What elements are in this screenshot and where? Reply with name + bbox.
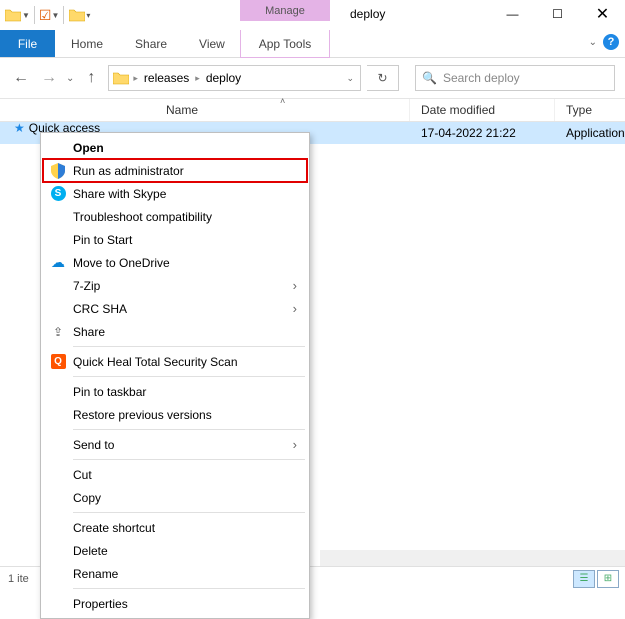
home-tab[interactable]: Home [55,30,119,57]
qat-customize-icon[interactable]: ▾ [86,11,90,20]
maximize-button[interactable]: ☐ [535,0,580,28]
menu-create-shortcut[interactable]: Create shortcut [43,516,307,539]
menu-copy[interactable]: Copy [43,486,307,509]
app-tools-tab[interactable]: App Tools [240,30,330,58]
share-icon: ⇪ [49,323,67,341]
skype-icon: S [49,185,67,203]
menu-pin-start[interactable]: Pin to Start [43,228,307,251]
status-text: 1 ite [8,573,29,585]
qat-dropdown-icon[interactable]: ▼ [22,11,30,20]
ribbon-expand-icon[interactable]: ⌄ [589,37,597,48]
up-button[interactable]: ↑ [80,67,102,89]
share-tab[interactable]: Share [119,30,183,57]
submenu-arrow-icon: › [293,437,297,452]
file-date: 17-04-2022 21:22 [415,122,516,144]
column-type[interactable]: Type [560,99,625,121]
shield-icon [49,162,67,180]
menu-open[interactable]: Open [43,136,307,159]
chevron-right-icon[interactable]: ▸ [195,73,200,84]
menu-quickheal[interactable]: Q Quick Heal Total Security Scan [43,350,307,373]
submenu-arrow-icon: › [293,301,297,316]
search-placeholder: Search deploy [443,71,520,85]
menu-crc-sha[interactable]: CRC SHA› [43,297,307,320]
address-bar[interactable]: ▸ releases ▸ deploy ⌄ [108,65,361,91]
breadcrumb-releases[interactable]: releases [142,71,191,85]
search-icon: 🔍 [422,71,437,85]
folder-icon [113,71,129,85]
menu-troubleshoot[interactable]: Troubleshoot compatibility [43,205,307,228]
search-input[interactable]: 🔍 Search deploy [415,65,615,91]
menu-cut[interactable]: Cut [43,463,307,486]
chevron-right-icon[interactable]: ▸ [133,73,138,84]
menu-rename[interactable]: Rename [43,562,307,585]
forward-button[interactable]: → [38,67,60,89]
refresh-button[interactable]: ↻ [367,65,399,91]
manage-contextual-tab[interactable]: Manage [240,0,330,21]
qat-newfolder-icon[interactable] [68,6,86,24]
close-button[interactable]: ✕ [580,0,625,28]
menu-move-onedrive[interactable]: ☁ Move to OneDrive [43,251,307,274]
view-tab[interactable]: View [183,30,241,57]
breadcrumb-deploy[interactable]: deploy [204,71,243,85]
address-dropdown-icon[interactable]: ⌄ [346,73,354,84]
qat-folder-icon[interactable] [4,6,22,24]
menu-pin-taskbar[interactable]: Pin to taskbar [43,380,307,403]
back-button[interactable]: ← [10,67,32,89]
menu-restore-versions[interactable]: Restore previous versions [43,403,307,426]
qat-properties-icon[interactable]: ☑ [39,7,52,24]
submenu-arrow-icon: › [293,278,297,293]
file-tab[interactable]: File [0,30,55,57]
column-date[interactable]: Date modified [415,99,555,121]
file-type: Application [560,122,625,144]
star-icon: ★ [14,121,25,135]
help-icon[interactable]: ? [603,34,619,50]
menu-share[interactable]: ⇪ Share [43,320,307,343]
menu-properties[interactable]: Properties [43,592,307,615]
onedrive-icon: ☁ [49,254,67,272]
horizontal-scrollbar[interactable] [320,550,625,566]
history-dropdown-icon[interactable]: ⌄ [66,73,74,84]
thumbnails-view-button[interactable]: ⊞ [597,570,619,588]
details-view-button[interactable]: ☰ [573,570,595,588]
minimize-button[interactable]: — [490,0,535,28]
menu-send-to[interactable]: Send to› [43,433,307,456]
context-menu: Open Run as administrator S Share with S… [40,132,310,619]
menu-7zip[interactable]: 7-Zip› [43,274,307,297]
menu-share-skype[interactable]: S Share with Skype [43,182,307,205]
menu-run-as-admin[interactable]: Run as administrator [43,159,307,182]
qat-dropdown2-icon[interactable]: ▼ [51,11,59,20]
quickheal-icon: Q [49,353,67,371]
column-name[interactable]: Name [160,99,410,121]
window-title: deploy [350,7,385,21]
menu-delete[interactable]: Delete [43,539,307,562]
